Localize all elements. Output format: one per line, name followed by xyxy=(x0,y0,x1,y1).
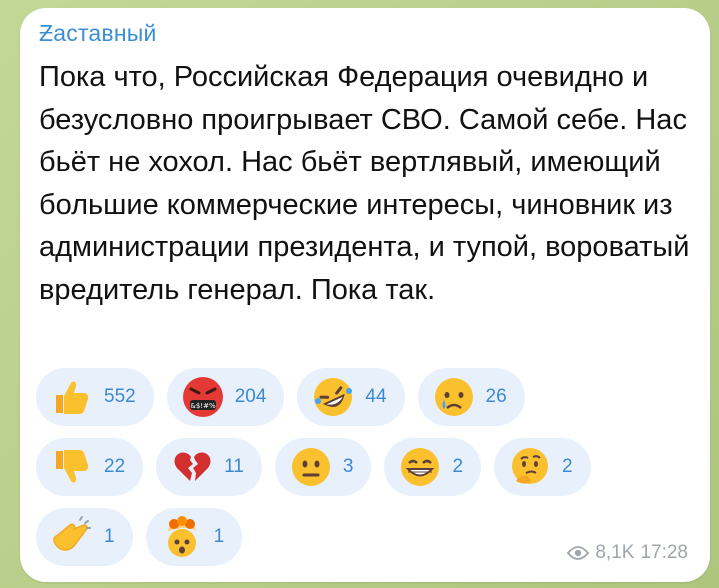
reaction-count: 26 xyxy=(485,386,507,407)
message-bubble[interactable]: Ƶаставный Пока что, Российская Федерация… xyxy=(20,8,710,582)
message-time: 17:28 xyxy=(640,542,688,563)
reaction-count: 44 xyxy=(365,386,387,407)
message-text: Пока что, Российская Федерация очевидно … xyxy=(39,61,690,306)
reaction-count: 2 xyxy=(562,456,573,477)
grinning-face-icon xyxy=(398,445,442,489)
reaction-count: 1 xyxy=(213,526,225,547)
broken-heart-icon xyxy=(170,445,214,489)
reaction-count: 204 xyxy=(234,386,267,407)
reaction-thinking-face[interactable]: 2 xyxy=(494,438,591,496)
angry-face-cursing-icon: &$!#% xyxy=(181,375,225,419)
reaction-count: 11 xyxy=(224,456,244,477)
crying-face-icon xyxy=(432,375,476,419)
reaction-neutral-face[interactable]: 3 xyxy=(274,438,372,496)
eye-icon xyxy=(567,546,590,560)
clapping-hands-icon xyxy=(50,515,94,559)
view-count: 8,1K xyxy=(595,542,635,563)
reaction-rolling-laughing[interactable]: 44 xyxy=(297,368,405,426)
message-meta: 8,1K 17:28 xyxy=(567,542,688,564)
reaction-thumbs-down[interactable]: 22 xyxy=(36,438,144,496)
reaction-grinning-face[interactable]: 2 xyxy=(384,438,482,496)
reaction-count: 552 xyxy=(104,386,136,407)
rolling-laughing-icon xyxy=(311,375,355,419)
thumbs-up-icon xyxy=(50,375,94,419)
exploding-head-icon xyxy=(160,515,204,559)
reaction-crying[interactable]: 26 xyxy=(417,368,525,426)
svg-text:&$!#%: &$!#% xyxy=(190,402,216,410)
reaction-angry-cursing[interactable]: &$!#% 204 xyxy=(166,368,285,426)
reaction-exploding-head[interactable]: 1 xyxy=(145,508,243,566)
thinking-face-icon xyxy=(508,445,552,489)
reaction-count: 3 xyxy=(342,456,354,477)
neutral-face-icon xyxy=(289,445,333,489)
reaction-broken-heart[interactable]: 11 xyxy=(156,438,262,496)
reaction-count: 1 xyxy=(104,526,115,547)
channel-author-name[interactable]: Ƶаставный xyxy=(39,20,157,47)
thumbs-down-icon xyxy=(50,445,94,489)
reaction-thumbs-up[interactable]: 552 xyxy=(36,368,154,426)
reaction-count: 22 xyxy=(104,456,126,477)
reaction-clapping-hands[interactable]: 1 xyxy=(36,508,133,566)
reaction-count: 2 xyxy=(452,456,464,477)
